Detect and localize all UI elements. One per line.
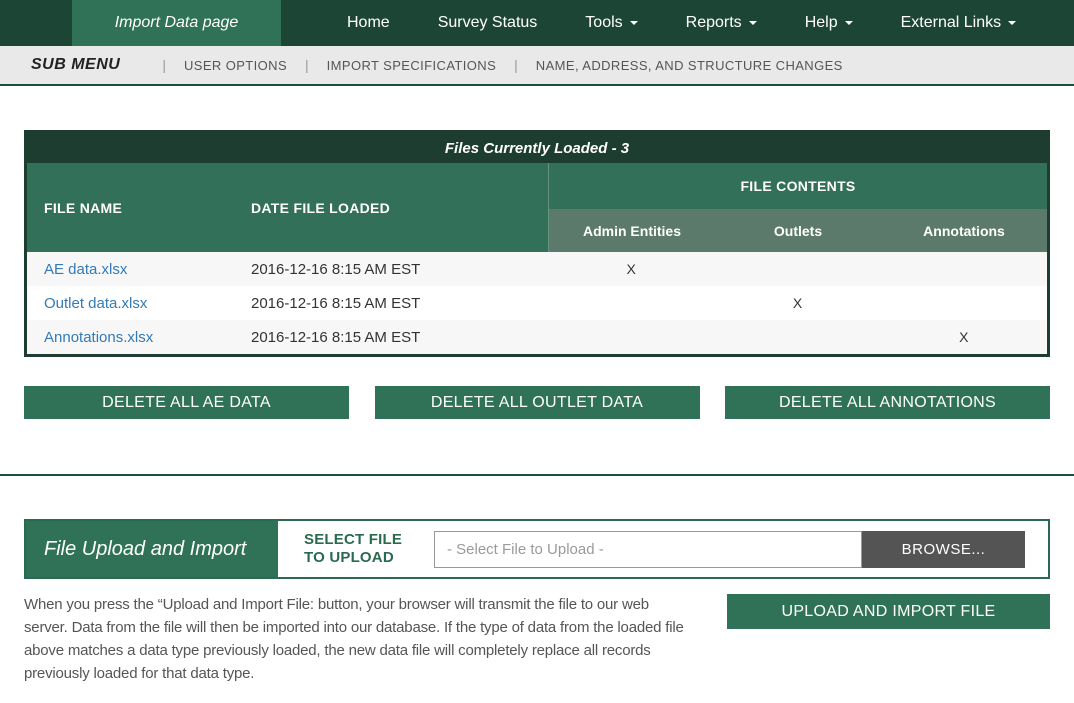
nav-item-label: Help [805,14,838,32]
admin-entities-mark: X [548,261,714,277]
column-header-label: DATE FILE LOADED [251,200,390,216]
file-link[interactable]: Outlet data.xlsx [44,295,147,312]
submenu-title: SUB MENU [31,56,120,74]
delete-actions-row: DELETE ALL AE DATA DELETE ALL OUTLET DAT… [24,386,1050,419]
table-title: Files Currently Loaded - 3 [27,133,1047,163]
nav-item-label: Tools [585,14,622,32]
chevron-down-icon [1008,21,1016,25]
submenu-item-user-options[interactable]: USER OPTIONS [184,58,287,73]
delete-all-annotations-button[interactable]: DELETE ALL ANNOTATIONS [725,386,1050,419]
annotations-mark: X [881,329,1047,345]
upload-section: File Upload and Import SELECT FILE TO UP… [0,519,1074,686]
table-header: FILE NAME DATE FILE LOADED FILE CONTENTS… [27,163,1047,252]
chevron-down-icon [845,21,853,25]
select-file-label: SELECT FILE TO UPLOAD [304,531,418,567]
table-body: AE data.xlsx 2016-12-16 8:15 AM EST X Ou… [27,252,1047,354]
column-header-label: FILE CONTENTS [740,178,855,194]
nav-item-label: Home [347,14,390,32]
column-header-file-name: FILE NAME [27,163,251,252]
column-header-file-contents: FILE CONTENTS [549,163,1047,209]
nav-item-external-links[interactable]: External Links [877,0,1041,46]
submenu-item-import-specifications[interactable]: IMPORT SPECIFICATIONS [327,58,496,73]
upload-footer: When you press the “Upload and Import Fi… [24,594,1050,686]
nav-item-tools[interactable]: Tools [561,0,661,46]
submenu-separator: | [162,57,166,73]
upload-section-title: File Upload and Import [26,521,278,577]
submenu-separator: | [305,57,309,73]
section-divider [0,474,1074,476]
column-header-date-loaded: DATE FILE LOADED [251,163,548,252]
file-upload-bar: File Upload and Import SELECT FILE TO UP… [24,519,1050,579]
nav-items: Home Survey Status Tools Reports Help Ex… [323,0,1040,46]
outlets-mark: X [714,295,880,311]
date-loaded-cell: 2016-12-16 8:15 AM EST [251,261,548,278]
main-content: Files Currently Loaded - 3 FILE NAME DAT… [0,130,1074,419]
file-name-cell: Annotations.xlsx [27,329,251,346]
upload-and-import-button[interactable]: UPLOAD AND IMPORT FILE [727,594,1050,629]
date-loaded-cell: 2016-12-16 8:15 AM EST [251,295,548,312]
tab-import-data-page[interactable]: Import Data page [72,0,281,46]
nav-item-label: Reports [686,14,742,32]
table-row: Annotations.xlsx 2016-12-16 8:15 AM EST … [27,320,1047,354]
column-header-annotations: Annotations [881,209,1047,252]
nav-item-reports[interactable]: Reports [662,0,781,46]
upload-description: When you press the “Upload and Import Fi… [24,594,692,686]
nav-item-help[interactable]: Help [781,0,877,46]
submenu-separator: | [514,57,518,73]
top-navigation-bar: Import Data page Home Survey Status Tool… [0,0,1074,46]
submenu-item-name-address-structure-changes[interactable]: NAME, ADDRESS, AND STRUCTURE CHANGES [536,58,843,73]
date-loaded-cell: 2016-12-16 8:15 AM EST [251,329,548,346]
nav-item-label: Survey Status [438,14,538,32]
delete-all-ae-data-button[interactable]: DELETE ALL AE DATA [24,386,349,419]
select-file-input[interactable] [434,531,862,568]
table-row: Outlet data.xlsx 2016-12-16 8:15 AM EST … [27,286,1047,320]
file-link[interactable]: AE data.xlsx [44,261,127,278]
column-group-file-contents: FILE CONTENTS Admin Entities Outlets Ann… [548,163,1047,252]
file-name-cell: AE data.xlsx [27,261,251,278]
file-link[interactable]: Annotations.xlsx [44,329,153,346]
chevron-down-icon [630,21,638,25]
browse-button[interactable]: BROWSE... [862,531,1025,568]
nav-item-label: External Links [901,14,1002,32]
table-row: AE data.xlsx 2016-12-16 8:15 AM EST X [27,252,1047,286]
sub-menu-bar: SUB MENU | USER OPTIONS | IMPORT SPECIFI… [0,46,1074,86]
file-name-cell: Outlet data.xlsx [27,295,251,312]
column-header-outlets: Outlets [715,209,881,252]
files-loaded-table: Files Currently Loaded - 3 FILE NAME DAT… [24,130,1050,357]
chevron-down-icon [749,21,757,25]
column-header-label: FILE NAME [44,200,122,216]
file-contents-subheaders: Admin Entities Outlets Annotations [549,209,1047,252]
column-header-admin-entities: Admin Entities [549,209,715,252]
nav-item-home[interactable]: Home [323,0,414,46]
delete-all-outlet-data-button[interactable]: DELETE ALL OUTLET DATA [375,386,700,419]
nav-item-survey-status[interactable]: Survey Status [414,0,562,46]
